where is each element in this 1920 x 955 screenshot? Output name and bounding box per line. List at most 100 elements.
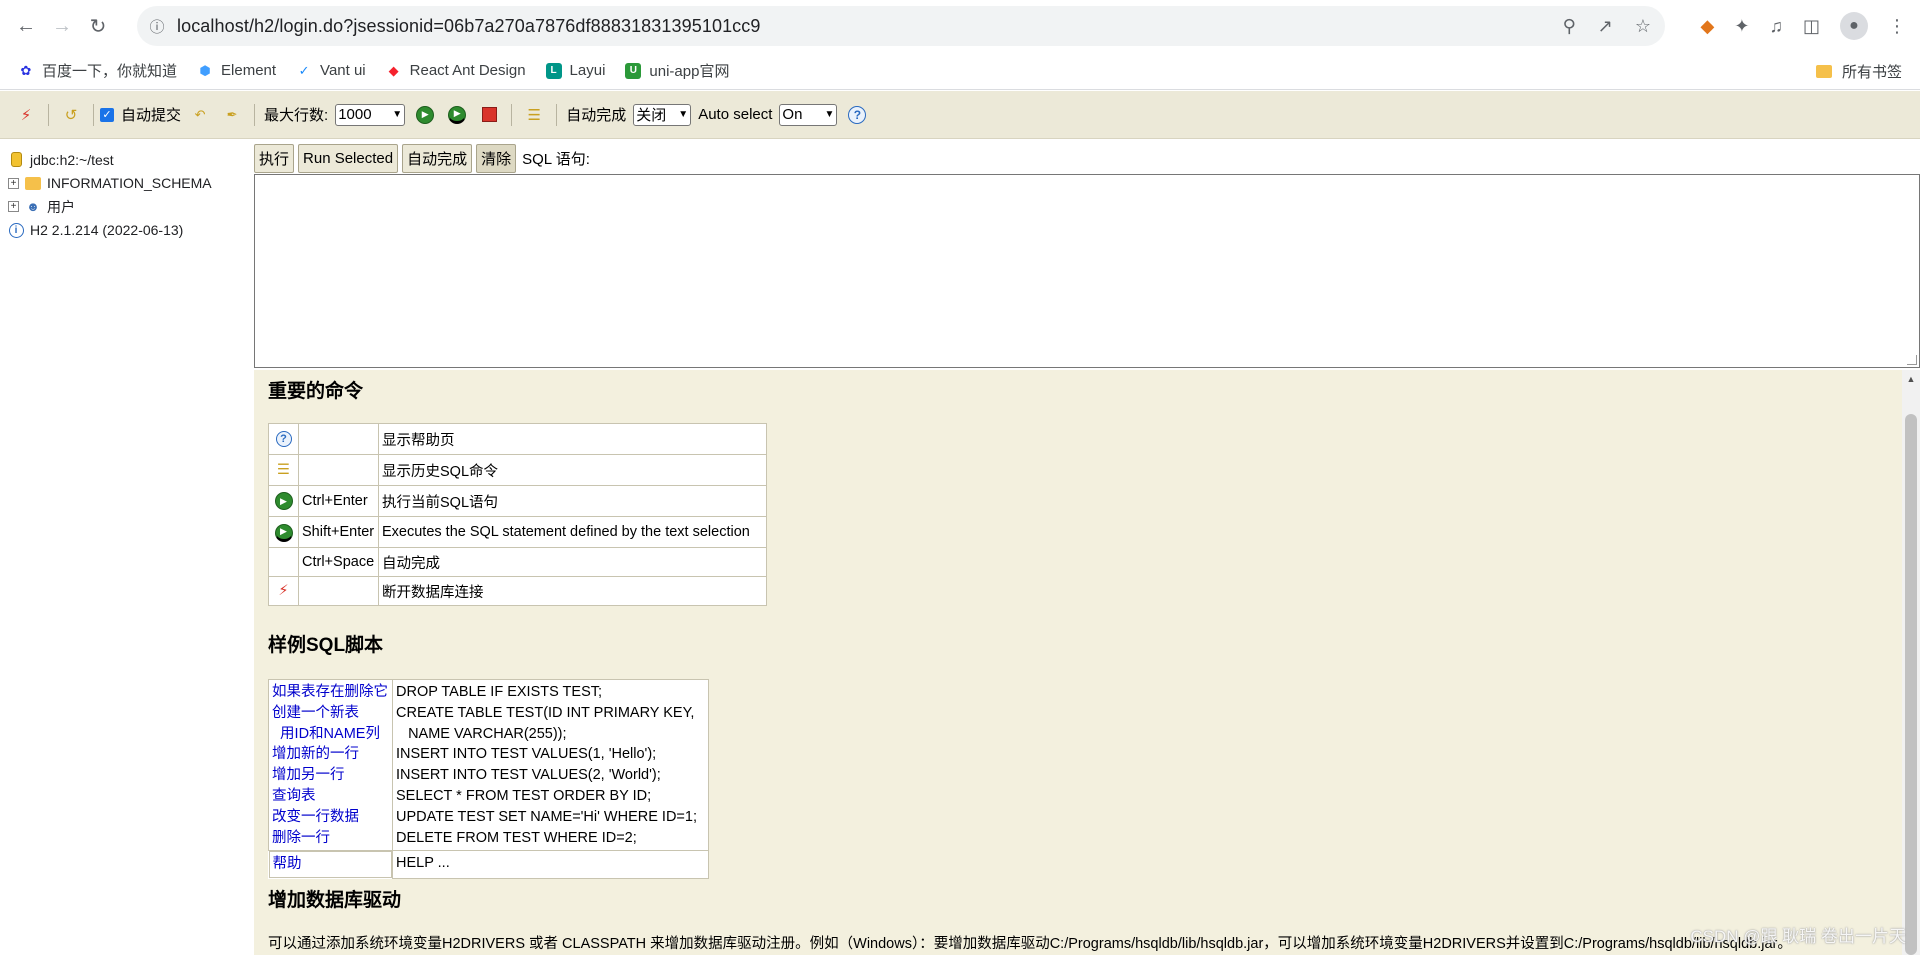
schema-tree: jdbc:h2:~/test + INFORMATION_SCHEMA + ☻ … (0, 140, 254, 955)
address-bar[interactable]: ⓘ localhost/h2/login.do?jsessionid=06b7a… (137, 6, 1665, 46)
chevron-down-icon: ▼ (678, 109, 689, 120)
database-icon (8, 152, 24, 168)
baidu-icon: ✿ (20, 62, 32, 78)
run-icon: ▶ (274, 492, 293, 511)
h2-toolbar: ⚡ ↺ ✓ 自动提交 ↶ ✒ 最大行数: 1000 ▼ ▶ ▶ ☰ 自动完成 关闭… (0, 91, 1920, 139)
sample-link[interactable]: 增加新的一行 (272, 744, 389, 765)
query-toolbar: 执行 Run Selected 自动完成 清除 SQL 语句: (254, 143, 590, 173)
bookmarks-bar: ✿ 百度一下，你就知道 ⬢ Element ✓ Vant ui ◆ React Ant … (0, 52, 1920, 90)
autocomplete-label: 自动完成 (566, 107, 627, 124)
toolbar-separator (511, 103, 513, 126)
tree-item-information-schema[interactable]: + INFORMATION_SCHEMA (8, 172, 254, 196)
important-commands-title: 重要的命令 (268, 381, 364, 402)
metamask-icon[interactable]: ◆ (1701, 16, 1715, 37)
history-icon: ☰ (277, 462, 290, 478)
table-row: ▶ Shift+Enter Executes the SQL statement… (268, 516, 767, 548)
sql-line: CREATE TABLE TEST(ID INT PRIMARY KEY, (396, 704, 695, 721)
sql-input[interactable] (254, 174, 1920, 368)
sample-link[interactable]: 删除一行 (272, 828, 389, 849)
sql-line: INSERT INTO TEST VALUES(2, 'World'); (396, 767, 661, 784)
autocomplete-select[interactable]: 关闭 ▼ (633, 103, 692, 126)
url-text[interactable]: localhost/h2/login.do?jsessionid=06b7a27… (177, 16, 761, 37)
help-icon[interactable]: ? (846, 104, 868, 126)
table-row: 如果表存在删除它 创建一个新表 用ID和NAME列 增加新的一行 增加另一行 查… (268, 678, 709, 852)
toolbar-separator (556, 103, 558, 126)
commit-icon[interactable]: ✒ (221, 104, 243, 126)
reload-icon[interactable]: ↻ (80, 8, 116, 44)
disconnect-icon[interactable]: ⚡ (15, 104, 37, 126)
bookmark-baidu[interactable]: ✿ 百度一下，你就知道 (18, 60, 177, 81)
bookmark-antd[interactable]: ◆ React Ant Design (386, 62, 526, 79)
site-info-icon[interactable]: ⓘ (137, 16, 177, 37)
forward-icon[interactable]: → (44, 8, 80, 44)
key-icon[interactable]: ⚲ (1563, 16, 1576, 37)
auto-commit-label: 自动提交 (121, 107, 182, 124)
commands-table: ? 显示帮助页 ☰ 显示历史SQL命令 ▶ Ctrl+Enter 执行当前SQL… (268, 423, 767, 606)
info-icon: i (8, 222, 24, 238)
sql-line: SELECT * FROM TEST ORDER BY ID; (396, 787, 652, 804)
sql-line: DELETE FROM TEST WHERE ID=2; (396, 829, 637, 846)
tree-version: i H2 2.1.214 (2022-06-13) (8, 219, 254, 243)
bookmark-uniapp[interactable]: Uuni-app官网 (625, 60, 729, 81)
help-code: HELP ... (392, 850, 709, 879)
rollback-icon[interactable]: ↶ (189, 104, 211, 126)
table-row: ▶ Ctrl+Enter 执行当前SQL语句 (268, 485, 767, 517)
sample-link[interactable]: 用ID和NAME列 (272, 724, 389, 745)
sql-line: DROP TABLE IF EXISTS TEST; (396, 684, 603, 700)
clear-button[interactable]: 清除 (476, 143, 517, 173)
tree-item-users[interactable]: + ☻ 用户 (8, 195, 254, 219)
scroll-up-icon[interactable]: ▲ (1902, 370, 1920, 388)
run-selected-icon: ▶ (274, 523, 293, 542)
auto-select-select[interactable]: On ▼ (779, 103, 838, 126)
sample-link[interactable]: 改变一行数据 (272, 807, 389, 828)
side-panel-icon[interactable]: ◫ (1803, 16, 1820, 37)
help-link[interactable]: 帮助 (268, 851, 392, 879)
extensions-icon[interactable]: ✦ (1734, 16, 1749, 37)
star-icon[interactable]: ☆ (1635, 16, 1651, 37)
execute-button[interactable]: 执行 (254, 143, 295, 173)
back-icon[interactable]: ← (8, 8, 44, 44)
autocomplete-button[interactable]: 自动完成 (402, 143, 473, 173)
max-rows-label: 最大行数: (264, 107, 329, 124)
run-selected-icon[interactable]: ▶ (446, 104, 468, 126)
media-icon[interactable]: ♫ (1769, 16, 1783, 37)
sample-sql-table: 如果表存在删除它 创建一个新表 用ID和NAME列 增加新的一行 增加另一行 查… (268, 678, 709, 879)
profile-avatar[interactable]: ● (1840, 12, 1868, 40)
sample-script-title: 样例SQL脚本 (268, 635, 384, 656)
share-icon[interactable]: ↗ (1598, 16, 1613, 37)
sql-line: NAME VARCHAR(255)); (396, 725, 567, 742)
menu-icon[interactable]: ⋮ (1888, 16, 1906, 37)
auto-select-label: Auto select (698, 106, 773, 123)
sample-link[interactable]: 增加另一行 (272, 765, 389, 786)
table-row: 帮助 HELP ... (268, 850, 709, 879)
history-icon[interactable]: ☰ (523, 104, 545, 126)
all-bookmarks[interactable]: 所有书签 (1815, 52, 1902, 90)
bookmark-layui[interactable]: L Layui (545, 62, 605, 79)
sql-line: UPDATE TEST SET NAME='Hi' WHERE ID=1; (396, 808, 697, 825)
bookmark-vant[interactable]: ✓ Vant ui (296, 62, 366, 79)
drivers-description: 可以通过添加系统环境变量H2DRIVERS 或者 CLASSPATH 来增加数据… (268, 935, 1792, 952)
scrollbar-thumb[interactable] (1905, 414, 1917, 955)
sample-link[interactable]: 如果表存在删除它 (272, 682, 389, 703)
tree-connection[interactable]: jdbc:h2:~/test (8, 148, 254, 172)
result-scrollbar[interactable]: ▲ (1902, 370, 1920, 955)
uniapp-icon: U (625, 62, 642, 79)
refresh-icon[interactable]: ↺ (60, 104, 82, 126)
expand-icon[interactable]: + (8, 201, 19, 213)
folder-icon (25, 175, 41, 191)
max-rows-select[interactable]: 1000 ▼ (335, 103, 406, 126)
bookmark-element[interactable]: ⬢ Element (197, 62, 276, 79)
chevron-down-icon: ▼ (392, 109, 403, 120)
sample-link[interactable]: 查询表 (272, 786, 389, 807)
sample-link[interactable]: 创建一个新表 (272, 703, 389, 724)
expand-icon[interactable]: + (8, 177, 19, 189)
toolbar-separator (93, 103, 94, 126)
stop-icon[interactable] (478, 104, 500, 126)
browser-toolbar: ← → ↻ ⓘ localhost/h2/login.do?jsessionid… (0, 0, 1920, 52)
auto-commit-checkbox[interactable]: ✓ (100, 107, 114, 122)
run-selected-button[interactable]: Run Selected (298, 143, 399, 173)
resize-handle[interactable] (1907, 355, 1917, 365)
run-icon[interactable]: ▶ (414, 104, 436, 126)
toolbar-separator (254, 103, 256, 126)
add-drivers-title: 增加数据库驱动 (268, 889, 402, 911)
